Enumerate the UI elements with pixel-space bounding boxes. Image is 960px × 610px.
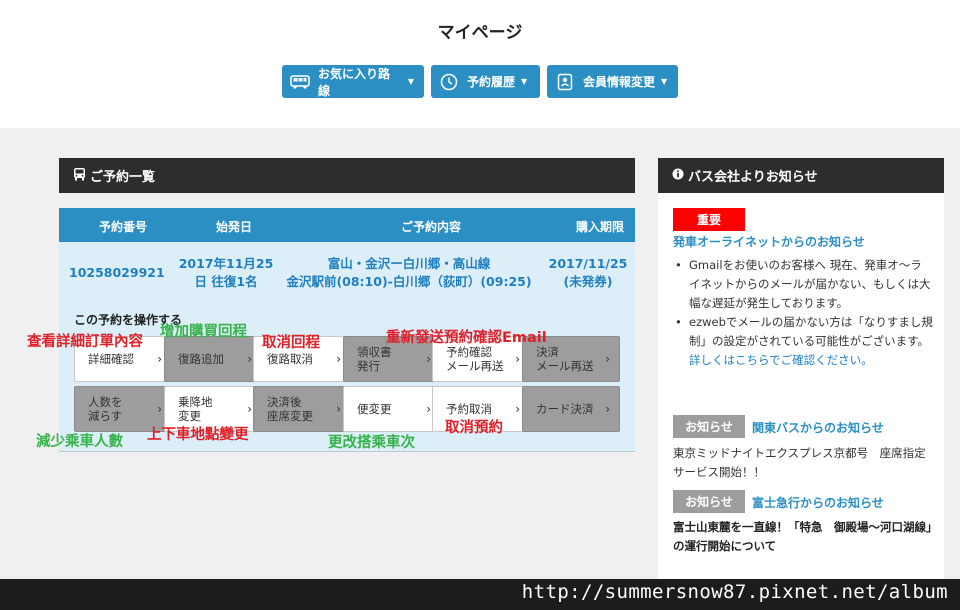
chevron-right-icon: › <box>157 352 162 366</box>
add-return-button: 復路追加 › <box>164 336 262 382</box>
notice2-text: 富士山東麓を一直線！「特急 御殿場～河口湖線」の運行開始について <box>673 520 932 553</box>
start-date: 2017年11月25 日 往復1名 <box>178 256 274 289</box>
annotation-label: 更改搭乘車次 <box>328 435 415 451</box>
button-label: 領収書 発行 <box>357 345 392 373</box>
notice1-link[interactable]: 関東バスからのお知らせ <box>752 419 884 436</box>
caret-down-icon: ▼ <box>521 77 528 86</box>
button-label: 決済後 座席変更 <box>267 395 313 423</box>
reservation-content: 富山・金沢ー白川郷・高山線 金沢駅前(08:10)-白川郷（荻町）(09:25) <box>286 256 532 289</box>
caret-down-icon: ▼ <box>407 77 414 86</box>
annotation-label: 重新發送預約確認Email <box>386 330 547 346</box>
chevron-right-icon: › <box>157 402 162 416</box>
reservation-list-title: ご予約一覧 <box>90 170 156 185</box>
notice1-text: 東京ミッドナイトエクスプレス京都号 座席指定サービス開始！！ <box>673 446 926 479</box>
chevron-right-icon: › <box>426 352 431 366</box>
change-seat-button: 決済後 座席変更 › <box>253 386 351 432</box>
bus-front-icon <box>73 167 86 185</box>
clock-icon <box>439 73 459 91</box>
chevron-right-icon: › <box>247 402 252 416</box>
news-header: バス会社よりお知らせ <box>658 158 944 193</box>
chevron-right-icon: › <box>515 402 520 416</box>
button-label: 詳細確認 <box>88 352 134 366</box>
col-reservation-content: ご予約内容 <box>401 220 462 234</box>
col-start-date: 始発日 <box>216 220 253 234</box>
important-news-link[interactable]: 発車オーライネットからのお知らせ <box>673 233 865 250</box>
button-label: 復路取消 <box>267 352 313 366</box>
bus-icon <box>290 73 310 91</box>
watermark: http://summersnow87.pixnet.net/album <box>521 581 948 603</box>
button-label: 人数を 減らす <box>88 395 123 423</box>
button-label: 復路追加 <box>178 352 224 366</box>
nav-label: 会員情報変更 <box>583 75 656 89</box>
annotation-label: 取消回程 <box>262 335 320 351</box>
button-label: 便変更 <box>357 402 392 416</box>
annotation-label: 上下車地點變更 <box>147 427 249 443</box>
chevron-right-icon: › <box>515 352 520 366</box>
important-badge: 重要 <box>673 208 745 231</box>
list-item: ezwebでメールの届かない方は「なりすまし規制」の設定がされている可能性がござ… <box>673 313 933 351</box>
page-title: マイページ <box>437 23 523 43</box>
nav-reservation-history-button[interactable]: 予約履歴 ▼ <box>431 65 540 98</box>
col-purchase-deadline: 購入期限 <box>576 220 625 234</box>
table-row: 10258029921 2017年11月25 日 往復1名 富山・金沢ー白川郷・… <box>59 242 635 304</box>
annotation-label: 取消預約 <box>445 420 503 436</box>
important-news-list: Gmailをお使いのお客様へ 現在、発車オ～ライネットからのメールが届かない、も… <box>673 256 933 370</box>
annotation-label: 查看詳細訂單內容 <box>27 334 143 350</box>
news-panel: 重要 発車オーライネットからのお知らせ Gmailをお使いのお客様へ 現在、発車… <box>658 193 944 580</box>
nav-label: 予約履歴 <box>467 75 516 89</box>
button-label: カード決済 <box>536 402 594 416</box>
notice-badge: お知らせ <box>673 490 745 513</box>
button-label: 予約取消 <box>446 402 492 416</box>
purchase-deadline: 2017/11/25 (未発券) <box>548 256 628 289</box>
nav-favorite-routes-button[interactable]: お気に入り路線 ▼ <box>282 65 424 98</box>
news-title: バス会社よりお知らせ <box>688 170 818 185</box>
button-label: 決済 メール再送 <box>536 345 594 373</box>
top-area: マイページ お気に入り路線 ▼ 予約履歴 ▼ 会員情報変更 ▼ <box>0 0 960 128</box>
caret-down-icon: ▼ <box>661 77 668 86</box>
notice-badge: お知らせ <box>673 415 745 438</box>
detail-link[interactable]: 詳しくはこちらでご確認ください。 <box>673 351 933 370</box>
table-header: 予約番号 始発日 ご予約内容 購入期限 <box>59 208 635 242</box>
chevron-right-icon: › <box>336 402 341 416</box>
nav-bar: お気に入り路線 ▼ 予約履歴 ▼ 会員情報変更 ▼ <box>0 65 960 98</box>
annotation-label: 減少乘車人數 <box>36 434 123 450</box>
chevron-right-icon: › <box>247 352 252 366</box>
info-icon <box>672 168 684 184</box>
reservation-number[interactable]: 10258029921 <box>69 264 165 282</box>
button-label: 予約確認 メール再送 <box>446 345 504 373</box>
chevron-right-icon: › <box>605 402 610 416</box>
chevron-right-icon: › <box>426 402 431 416</box>
chevron-right-icon: › <box>605 352 610 366</box>
nav-label: お気に入り路線 <box>318 66 391 98</box>
reservation-list-header: ご予約一覧 <box>59 158 635 193</box>
nav-member-info-button[interactable]: 会員情報変更 ▼ <box>547 65 678 98</box>
col-reservation-number: 予約番号 <box>99 220 148 234</box>
list-item: Gmailをお使いのお客様へ 現在、発車オ～ライネットからのメールが届かない、も… <box>673 256 933 313</box>
id-card-icon <box>555 73 575 91</box>
chevron-right-icon: › <box>336 352 341 366</box>
notice2-link[interactable]: 富士急行からのお知らせ <box>752 494 884 511</box>
button-label: 乗降地 変更 <box>178 395 213 423</box>
change-trip-button[interactable]: 便変更 › <box>343 386 441 432</box>
card-payment-button: カード決済 › <box>522 386 620 432</box>
annotation-label: 增加購買回程 <box>160 324 247 340</box>
